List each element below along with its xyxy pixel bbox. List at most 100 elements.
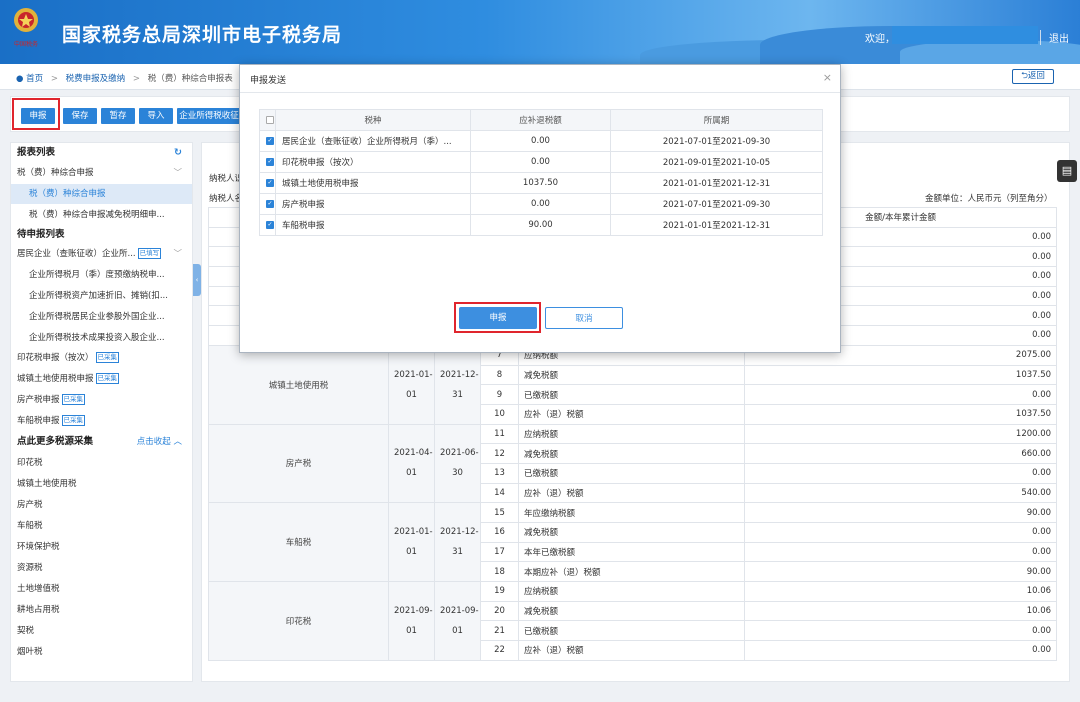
select-all-checkbox[interactable] bbox=[266, 115, 274, 124]
tax-group-name: 房产税 bbox=[208, 423, 389, 504]
header: 中国税务 国家税务总局深圳市电子税务局 欢迎， 退出 bbox=[0, 0, 1080, 64]
chevron-down-icon: ﹀ bbox=[173, 249, 182, 259]
sidebar-tax-item[interactable]: 耕地占用税 bbox=[11, 600, 192, 620]
amount-cell: 1037.50 bbox=[744, 364, 1058, 386]
user-name-box bbox=[892, 26, 1038, 44]
table-row[interactable]: ✓ 房产税申报 0.00 2021-07-01至2021-09-30 bbox=[259, 193, 823, 215]
period-end: 2021-09- 01 bbox=[434, 581, 481, 661]
item-name: 已缴税额 bbox=[517, 462, 746, 484]
row-checkbox[interactable]: ✓ bbox=[266, 220, 274, 229]
sidebar-pending-property[interactable]: 房产税申报 已采集 bbox=[11, 390, 192, 410]
item-name: 已缴税额 bbox=[517, 384, 746, 405]
sidebar-tax-item[interactable]: 城镇土地使用税 bbox=[11, 474, 192, 494]
back-button[interactable]: ⮌返回 bbox=[1012, 69, 1054, 84]
status-badge: 已采集 bbox=[95, 352, 120, 363]
row-number: 17 bbox=[480, 541, 519, 563]
declare-list-table: 税种 应补退税额 所属期 ✓ 居民企业（查账征收）企业所得税月（季）... 0.00… bbox=[259, 109, 823, 236]
refresh-icon[interactable]: ↻ bbox=[174, 143, 182, 163]
row-number: 19 bbox=[480, 581, 519, 602]
row-number: 14 bbox=[480, 482, 519, 504]
amount-cell: 0.00 bbox=[744, 462, 1058, 484]
amount-cell: 660.00 bbox=[744, 443, 1058, 464]
breadcrumb-level1[interactable]: 税费申报及缴纳 bbox=[66, 74, 126, 84]
sidebar-tax-item[interactable]: 车船税 bbox=[11, 516, 192, 536]
table-row[interactable]: ✓ 居民企业（查账征收）企业所得税月（季）... 0.00 2021-07-01至20… bbox=[259, 130, 823, 152]
sidebar-sub-item[interactable]: 企业所得税资产加速折旧、摊销(扣... bbox=[11, 286, 192, 306]
sidebar-sub-item[interactable]: 企业所得税月（季）度预缴纳税申... bbox=[11, 265, 192, 285]
row-checkbox[interactable]: ✓ bbox=[266, 199, 274, 208]
sidebar-collapse-handle[interactable]: ‹ bbox=[193, 264, 201, 296]
breadcrumb-home[interactable]: 首页 bbox=[26, 74, 43, 84]
status-badge: 已填写 bbox=[137, 248, 162, 259]
return-icon: ⮌ bbox=[1021, 71, 1028, 81]
sidebar-sub-item[interactable]: 企业所得税居民企业参股外国企业... bbox=[11, 307, 192, 327]
tax-group-name: 车船税 bbox=[208, 502, 389, 583]
status-badge: 已采集 bbox=[61, 415, 86, 426]
row-number: 15 bbox=[480, 502, 519, 523]
item-name: 应补（退）税额 bbox=[517, 403, 746, 425]
amount-cell: 1200.00 bbox=[744, 423, 1058, 445]
sidebar-pending-vehicle[interactable]: 车船税申报 已采集 bbox=[11, 411, 192, 431]
logout-link[interactable]: 退出 bbox=[1040, 30, 1069, 45]
income-tax-button[interactable]: 企业所得税收征管 bbox=[177, 108, 241, 124]
item-name: 已缴税额 bbox=[517, 620, 746, 642]
sidebar-tax-item[interactable]: 印花税 bbox=[11, 453, 192, 473]
sidebar-item-exemption-detail[interactable]: 税（费）种综合申报减免税明细申... bbox=[11, 205, 192, 225]
row-number: 8 bbox=[480, 364, 519, 386]
row-number: 9 bbox=[480, 384, 519, 405]
row-number: 22 bbox=[480, 640, 519, 661]
sidebar-pending-income-tax[interactable]: 居民企业（查账征收）企业所... 已填写 ﹀ bbox=[11, 244, 192, 264]
amount-cell: 90.00 bbox=[744, 561, 1058, 583]
table-row[interactable]: ✓ 城镇土地使用税申报 1037.50 2021-01-01至2021-12-31 bbox=[259, 172, 823, 194]
item-name: 减免税额 bbox=[517, 600, 746, 622]
amount-cell: 1037.50 bbox=[744, 403, 1058, 425]
svg-text:中国税务: 中国税务 bbox=[14, 40, 38, 48]
import-button[interactable]: 导入 bbox=[139, 108, 173, 124]
sidebar-tax-item[interactable]: 环境保护税 bbox=[11, 537, 192, 557]
sidebar-tax-item[interactable]: 烟叶税 bbox=[11, 642, 192, 662]
sidebar-sub-item[interactable]: 企业所得税技术成果投资入股企业... bbox=[11, 328, 192, 348]
temp-save-button[interactable]: 暂存 bbox=[101, 108, 135, 124]
collapse-link[interactable]: 点击收起 ︿ bbox=[137, 432, 182, 452]
row-number: 16 bbox=[480, 522, 519, 543]
status-badge: 已采集 bbox=[61, 394, 86, 405]
location-icon: ● bbox=[16, 74, 24, 84]
sidebar-item-comprehensive[interactable]: 税（费）种综合申报 bbox=[11, 184, 192, 204]
table-row: 车船税 2021-01- 01 2021-12- 31 15 年应缴纳税额 90.00 bbox=[208, 502, 1058, 583]
item-name: 本期应补（退）税额 bbox=[517, 561, 746, 583]
sidebar-tax-item[interactable]: 房产税 bbox=[11, 495, 192, 515]
row-checkbox[interactable]: ✓ bbox=[266, 178, 274, 187]
table-row: 印花税 2021-09- 01 2021-09- 01 19 应纳税额 10.06 bbox=[208, 581, 1058, 661]
breadcrumb-separator: > bbox=[132, 74, 141, 84]
close-icon[interactable]: × bbox=[823, 71, 832, 84]
period-end: 2021-12- 31 bbox=[434, 502, 481, 583]
row-checkbox[interactable]: ✓ bbox=[266, 157, 274, 166]
taxpayer-id-label: 纳税人识 bbox=[209, 174, 244, 184]
sidebar-tax-item[interactable]: 资源税 bbox=[11, 558, 192, 578]
table-row: 房产税 2021-04- 01 2021-06- 30 11 应纳税额 1200.00 bbox=[208, 423, 1058, 504]
amount-cell: 540.00 bbox=[744, 482, 1058, 504]
row-number: 10 bbox=[480, 403, 519, 425]
declare-button-highlight bbox=[12, 98, 60, 130]
breadcrumb-current: 税（费）种综合申报表 bbox=[147, 74, 233, 84]
row-number: 13 bbox=[480, 462, 519, 484]
amount-cell: 0.00 bbox=[744, 522, 1058, 543]
table-row[interactable]: ✓ 车船税申报 90.00 2021-01-01至2021-12-31 bbox=[259, 214, 823, 236]
notebook-icon[interactable]: ▤ bbox=[1057, 160, 1077, 182]
sidebar-pending-heading: 待申报列表 bbox=[17, 229, 65, 240]
sidebar-tax-item[interactable]: 土地增值税 bbox=[11, 579, 192, 599]
tax-group-name: 城镇土地使用税 bbox=[208, 344, 389, 425]
currency-unit-label: 金额单位：人民币元（列至角分） bbox=[925, 194, 1053, 204]
sidebar-pending-land[interactable]: 城镇土地使用税申报 已采集 bbox=[11, 369, 192, 389]
table-header-row: 税种 应补退税额 所属期 bbox=[259, 109, 823, 131]
save-button[interactable]: 保存 bbox=[63, 108, 97, 124]
row-number: 11 bbox=[480, 423, 519, 445]
row-checkbox[interactable]: ✓ bbox=[266, 136, 274, 145]
sidebar-tax-item[interactable]: 契税 bbox=[11, 621, 192, 641]
sidebar-pending-stamp[interactable]: 印花税申报（按次） 已采集 bbox=[11, 348, 192, 368]
cancel-button[interactable]: 取消 bbox=[545, 307, 623, 329]
row-number: 12 bbox=[480, 443, 519, 464]
item-name: 年应缴纳税额 bbox=[517, 502, 746, 523]
table-row[interactable]: ✓ 印花税申报（按次） 0.00 2021-09-01至2021-10-05 bbox=[259, 151, 823, 173]
sidebar-group-comprehensive[interactable]: 税（费）种综合申报 ﹀ bbox=[11, 163, 192, 183]
